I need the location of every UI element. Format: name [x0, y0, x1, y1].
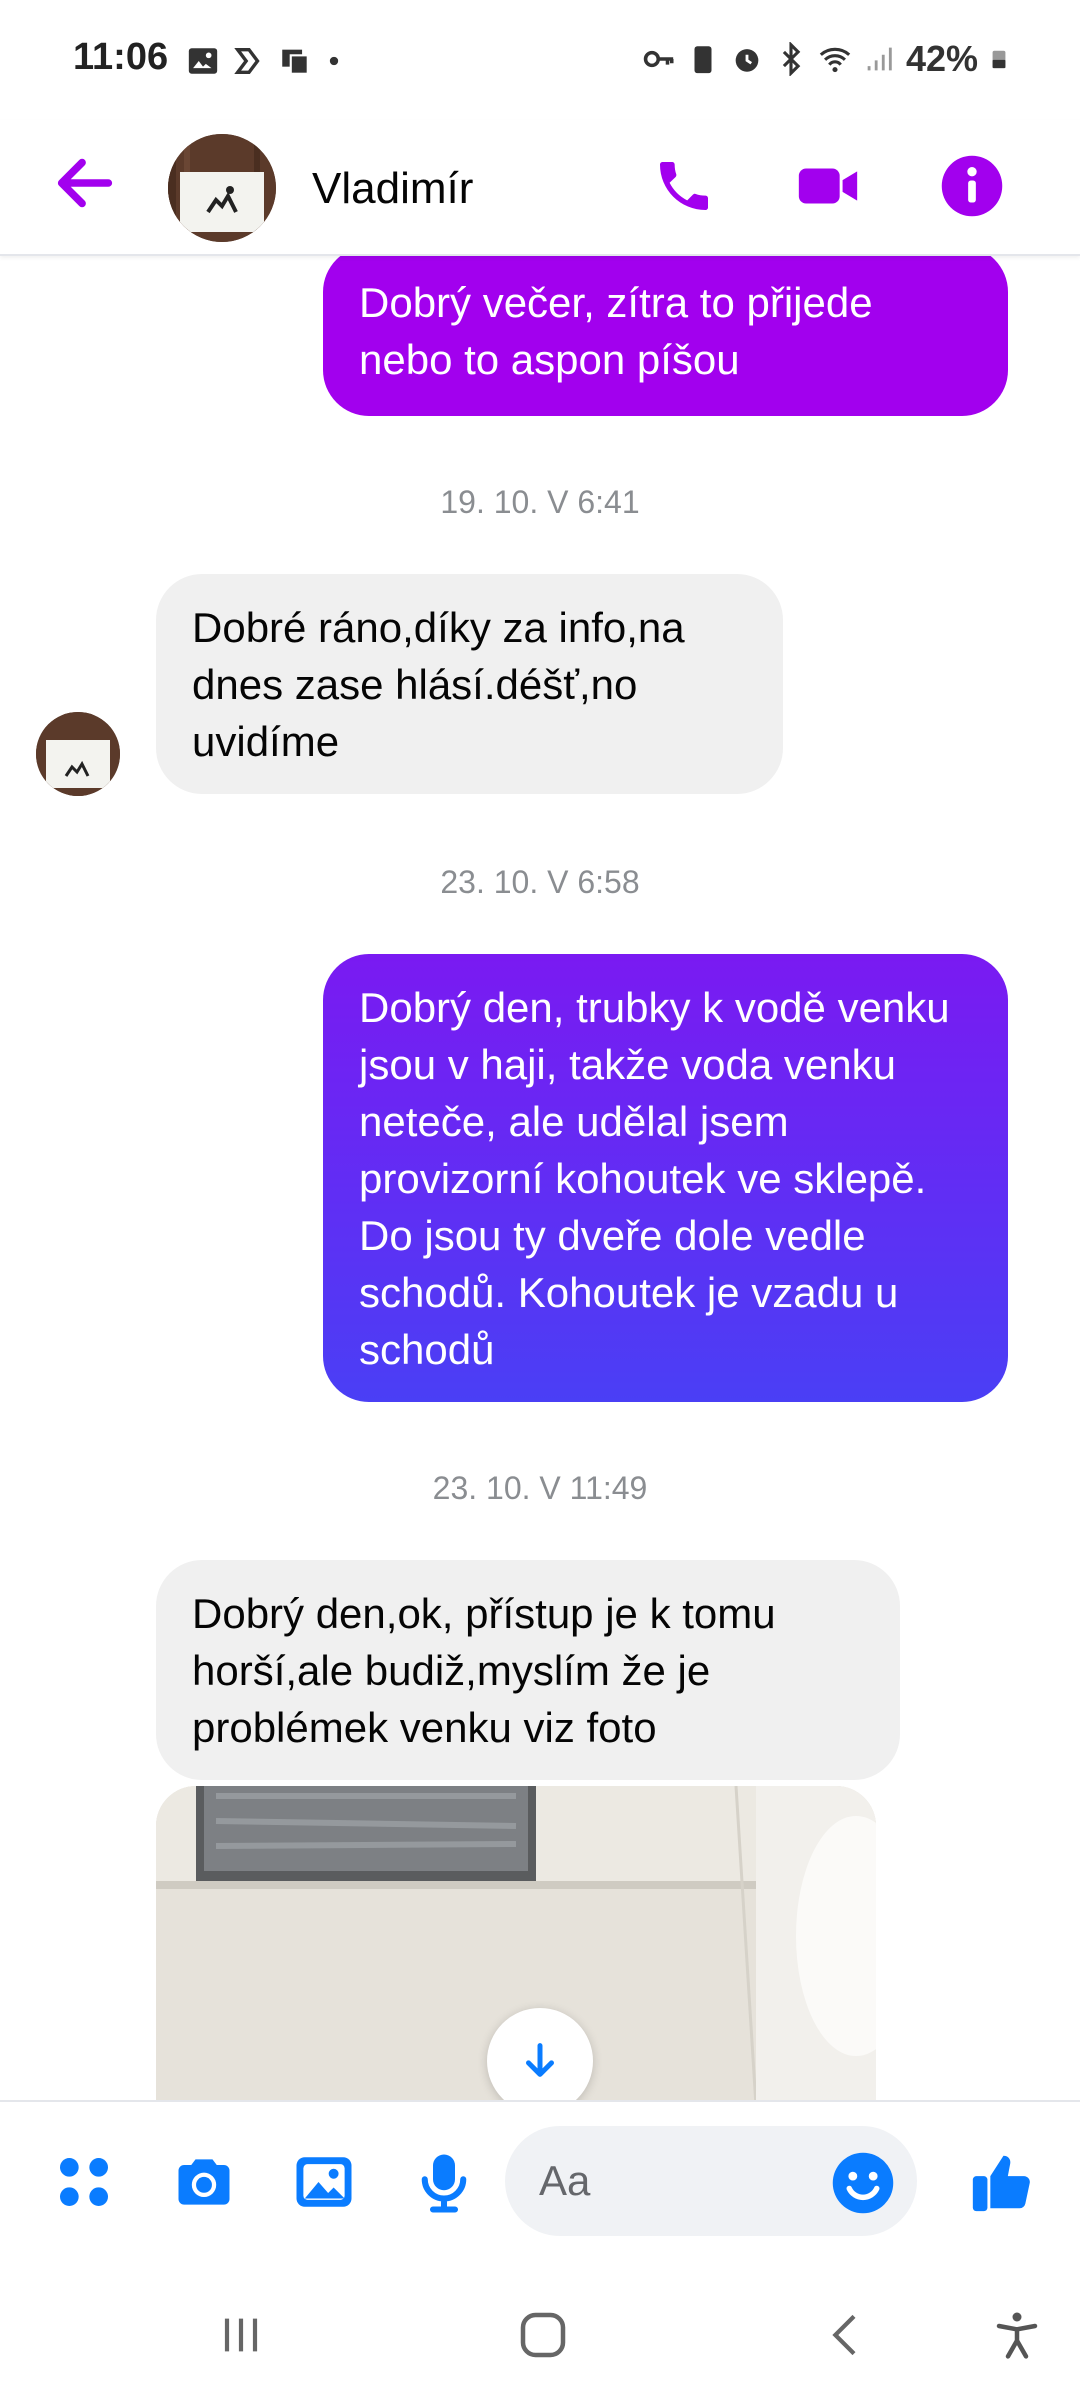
accessibility-icon — [996, 2312, 1038, 2359]
info-icon — [941, 155, 1003, 217]
device-notification-icon — [282, 49, 309, 75]
home-icon — [520, 2312, 566, 2358]
voice-message-button[interactable] — [404, 2142, 484, 2222]
system-navigation-bar — [0, 2260, 1080, 2400]
nav-back-button[interactable] — [812, 2300, 882, 2370]
wifi-icon — [819, 47, 851, 73]
arrow-down-icon — [526, 2043, 554, 2077]
battery-icon — [992, 50, 1006, 69]
recents-icon — [224, 2318, 258, 2352]
avatar-image — [36, 712, 120, 796]
message-text: Dobrý večer, zítra to přijede nebo to as… — [359, 279, 873, 383]
video-icon — [798, 168, 858, 204]
contact-name[interactable]: Vladimír — [312, 164, 473, 214]
apps-button[interactable] — [44, 2142, 124, 2222]
back-button[interactable] — [50, 148, 120, 218]
status-time: 11:06 — [73, 36, 169, 78]
voice-call-button[interactable] — [642, 144, 726, 228]
sender-avatar[interactable] — [36, 712, 120, 796]
signal-icon — [867, 47, 892, 71]
dot-icon — [329, 56, 339, 66]
apps-icon — [60, 2158, 108, 2206]
gallery-icon — [296, 2157, 352, 2207]
battery-saver-icon — [694, 46, 712, 74]
image-notification-icon — [188, 48, 218, 74]
battery-percent: 42% — [905, 38, 978, 79]
message-text: Dobré ráno,díky za info,na dnes zase hlá… — [192, 603, 685, 765]
notification-icons — [186, 44, 344, 78]
outgoing-message[interactable]: Dobrý den, trubky k vodě venku jsou v ha… — [323, 954, 1008, 1402]
mic-icon — [421, 2154, 467, 2213]
message-timestamp: 19. 10. V 6:41 — [440, 484, 640, 520]
message-text: Dobrý den,ok, přístup je k tomu horší,al… — [192, 1589, 776, 1751]
avatar[interactable] — [168, 134, 276, 242]
camera-icon — [178, 2159, 230, 2205]
outgoing-message[interactable]: Dobrý večer, zítra to přijede nebo to as… — [323, 256, 1008, 416]
incoming-message[interactable]: Dobré ráno,díky za info,na dnes zase hlá… — [156, 574, 783, 794]
emoji-icon — [832, 2152, 894, 2214]
phone-icon — [660, 162, 708, 210]
video-call-button[interactable] — [786, 144, 870, 228]
back-arrow-icon — [57, 158, 113, 208]
avatar-image — [168, 134, 276, 242]
system-icons: 42% — [642, 38, 1010, 80]
thumbs-up-icon — [972, 2155, 1030, 2212]
app-notification-icon — [234, 47, 260, 75]
like-button[interactable] — [962, 2142, 1042, 2222]
key-icon — [643, 50, 674, 68]
alarm-icon — [735, 49, 759, 72]
info-button[interactable] — [930, 144, 1014, 228]
camera-button[interactable] — [164, 2142, 244, 2222]
gallery-button[interactable] — [284, 2142, 364, 2222]
message-timestamp: 23. 10. V 11:49 — [432, 1470, 648, 1506]
recents-button[interactable] — [206, 2300, 276, 2370]
conversation-header: Vladimír — [0, 120, 1080, 256]
status-bar: 11:06 42% — [0, 0, 1080, 120]
message-composer — [0, 2100, 1080, 2260]
nav-back-icon — [832, 2314, 856, 2356]
message-list[interactable]: Dobrý večer, zítra to přijede nebo to as… — [0, 256, 1080, 2100]
bluetooth-icon — [782, 42, 801, 76]
home-button[interactable] — [508, 2300, 578, 2370]
incoming-message[interactable]: Dobrý den,ok, přístup je k tomu horší,al… — [156, 1560, 900, 1780]
message-timestamp: 23. 10. V 6:58 — [440, 864, 640, 900]
message-text: Dobrý den, trubky k vodě venku jsou v ha… — [359, 983, 950, 1373]
accessibility-button[interactable] — [982, 2300, 1052, 2370]
emoji-button[interactable] — [830, 2150, 896, 2216]
